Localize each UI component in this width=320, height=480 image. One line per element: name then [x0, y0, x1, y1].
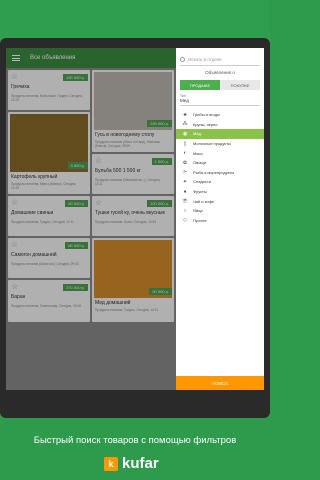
category-label: Молочные продукты — [193, 141, 231, 147]
category-item[interactable]: ≻ Рыба и морепродукты — [176, 168, 264, 178]
deal-type-toggle: ПРОДАЖЕ ПОКУПКЕ — [180, 80, 260, 90]
top-banner — [0, 0, 270, 40]
category-list: ♣ Грибы и ягоды ⁂ Крупы, зерно ◉ Мед ▯ Молоч… — [176, 110, 264, 225]
category-item[interactable]: ▯ Молочные продукты — [176, 139, 264, 149]
category-label: Сладости — [193, 179, 212, 185]
category-item[interactable]: ○ Яйца — [176, 206, 264, 216]
other-icon: ◇ — [183, 217, 187, 224]
vegetable-icon: ✿ — [182, 159, 188, 166]
filter-drawer: Искать в отделе Объявления о ПРОДАЖЕ ПОК… — [176, 48, 264, 390]
tea-icon: ☕ — [182, 198, 189, 205]
category-item[interactable]: ♣ Грибы и ягоды — [176, 110, 264, 120]
sweets-icon: ✦ — [182, 178, 188, 185]
search-placeholder: Искать в отделе — [188, 57, 222, 62]
promo-caption: Быстрый поиск товаров с помощью фильтров — [33, 435, 237, 446]
fish-icon: ≻ — [182, 169, 188, 176]
app-screen: Все объявления ☆ 150 000 р. Гречиха Прод… — [6, 48, 264, 390]
meat-icon: ◐ — [183, 150, 187, 157]
buy-button[interactable]: ПОКУПКЕ — [220, 80, 260, 90]
brand-wordmark: kufar — [122, 455, 159, 472]
category-label: Овощи — [193, 160, 206, 166]
category-item-selected[interactable]: ◉ Мед — [176, 129, 264, 139]
category-label: Крупы, зерно — [193, 121, 218, 127]
grain-icon: ⁂ — [182, 121, 188, 128]
category-item[interactable]: ☕ Чай и кофе — [176, 196, 264, 206]
category-label: Рыба и морепродукты — [193, 169, 235, 175]
category-label: Грибы и ягоды — [193, 112, 220, 118]
type-field[interactable]: Мед — [180, 98, 260, 106]
category-item[interactable]: ⁂ Крупы, зерно — [176, 120, 264, 130]
category-item[interactable]: ◐ Мясо — [176, 148, 264, 158]
category-label: Мед — [193, 131, 201, 137]
mushroom-icon: ♣ — [183, 111, 187, 118]
category-label: Чай и кофе — [193, 198, 215, 204]
drawer-scrim[interactable] — [6, 48, 176, 390]
honey-icon: ◉ — [182, 130, 188, 137]
brand-logo: k kufar — [104, 455, 159, 472]
milk-icon: ▯ — [183, 140, 187, 147]
category-label: Мясо — [193, 150, 203, 156]
kufar-logo-icon: k — [104, 456, 118, 471]
ads-of-label: Объявления о — [205, 70, 235, 75]
category-label: Прочее — [193, 217, 207, 223]
category-item[interactable]: ● Фрукты — [176, 187, 264, 197]
fruit-icon: ● — [183, 188, 187, 195]
category-label: Фрукты — [193, 189, 207, 195]
category-item[interactable]: ✿ Овощи — [176, 158, 264, 168]
category-label: Яйца — [193, 208, 203, 214]
search-icon — [180, 57, 185, 62]
search-input[interactable]: Искать в отделе — [180, 54, 260, 66]
search-button[interactable]: ПОИСК — [176, 376, 264, 390]
category-item[interactable]: ✦ Сладости — [176, 177, 264, 187]
sell-button[interactable]: ПРОДАЖЕ — [180, 80, 220, 90]
eggs-icon: ○ — [183, 207, 187, 214]
category-item[interactable]: ◇ Прочее — [176, 216, 264, 226]
